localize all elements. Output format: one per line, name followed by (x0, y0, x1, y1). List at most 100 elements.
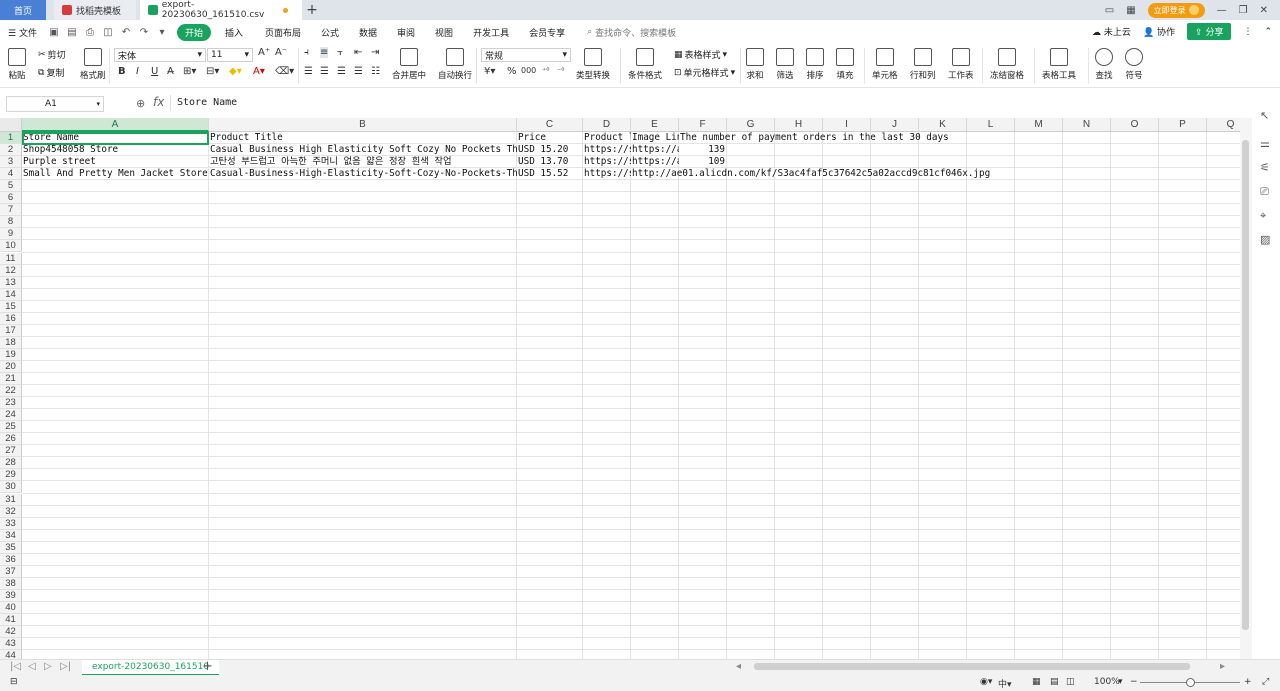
row-header[interactable]: 23 (0, 397, 22, 410)
close-icon[interactable]: ✕ (1260, 5, 1268, 16)
row-header[interactable]: 29 (0, 469, 22, 482)
column-header[interactable]: I (823, 118, 871, 132)
cell-d3[interactable]: https://s (583, 156, 631, 168)
fullscreen-icon[interactable]: ⤢ (1262, 677, 1269, 687)
cell-a4[interactable]: Small And Pretty Men Jacket Store (22, 168, 209, 180)
menu-item-page-layout[interactable]: 页面布局 (257, 26, 309, 39)
find-button[interactable]: 查找 (1095, 48, 1113, 81)
row-header[interactable]: 20 (0, 360, 22, 373)
cell-b1[interactable]: Product Title (209, 132, 517, 144)
menu-item-view[interactable]: 视图 (427, 26, 461, 39)
cell-e1[interactable]: Image Lin (631, 132, 679, 144)
macro-icon[interactable]: ⊟ (10, 677, 18, 687)
row-header[interactable]: 12 (0, 264, 22, 277)
image-panel-icon[interactable]: ▨ (1260, 234, 1272, 246)
worksheet-button[interactable]: 工作表 (948, 48, 974, 81)
more-icon[interactable]: ⋮ (1243, 27, 1252, 37)
row-header[interactable]: 34 (0, 529, 22, 542)
row-header[interactable]: 3 (0, 156, 22, 169)
column-header[interactable]: K (919, 118, 967, 132)
spreadsheet-grid[interactable]: ABCDEFGHIJKLMNOPQ 1 2 3 4 5 6 7 8 9 10 11 12 13 14 15 1… (0, 118, 1240, 659)
zoom-level[interactable]: 100% (1094, 677, 1120, 687)
cut-button[interactable]: ✂ 剪切 (38, 48, 66, 62)
tab-home[interactable]: 首页 (0, 0, 46, 20)
row-header[interactable]: 25 (0, 421, 22, 434)
conditional-format-button[interactable]: 条件格式 (628, 48, 662, 81)
column-header[interactable]: F (679, 118, 727, 132)
column-header[interactable]: L (967, 118, 1015, 132)
cell-c3[interactable]: USD 13.70 (517, 156, 583, 168)
zoom-slider-knob[interactable] (1186, 678, 1195, 687)
sheet-tab[interactable]: export-20230630_161510 (82, 660, 220, 676)
freeze-panes-button[interactable]: 冻结窗格 (990, 48, 1024, 81)
percent-icon[interactable]: % (507, 66, 517, 77)
file-menu[interactable]: ☰ 文件 (0, 26, 45, 39)
sliders-icon[interactable]: ⚟ (1260, 162, 1272, 174)
number-format-select[interactable]: 常规 ▾ (481, 48, 571, 62)
filter-button[interactable]: 筛选 (776, 48, 794, 81)
row-header[interactable]: 39 (0, 589, 22, 602)
prev-sheet-icon[interactable]: ◁ (28, 661, 36, 672)
justify-icon[interactable]: ☰ (354, 66, 363, 77)
formula-input[interactable]: Store Name (170, 95, 1250, 111)
vertical-scroll-thumb[interactable] (1242, 140, 1249, 630)
shrink-font-icon[interactable]: A⁻ (275, 47, 287, 58)
new-tab-button[interactable]: + (302, 0, 322, 20)
column-header[interactable]: P (1159, 118, 1207, 132)
thousands-icon[interactable]: 000 (521, 66, 536, 75)
cell-e4[interactable]: http://ae01.alicdn.com/kf/S3ac4faf5c3764… (631, 168, 990, 180)
cell-style-button[interactable]: ⊡ 单元格样式 ▾ (674, 66, 735, 80)
align-center-icon[interactable]: ☰ (320, 66, 329, 77)
column-header[interactable]: Q (1207, 118, 1240, 132)
font-size-select[interactable]: 11 ▾ (207, 48, 253, 62)
cell-c2[interactable]: USD 15.20 (517, 144, 583, 156)
row-header[interactable]: 36 (0, 553, 22, 566)
cell-b3[interactable]: 고탄성 부드럽고 아늑한 주머니 없음 얇은 정장 흰색 작업 (209, 156, 517, 168)
cells-button[interactable]: 单元格 (872, 48, 898, 81)
hscroll-right-icon[interactable]: ▸ (1220, 661, 1225, 672)
zoom-dropdown-icon[interactable]: ▾ (1118, 677, 1123, 687)
menu-item-developer[interactable]: 开发工具 (465, 26, 517, 39)
inc-decimal-icon[interactable]: ⁺⁰ (542, 66, 549, 75)
dec-decimal-icon[interactable]: ⁻⁰ (557, 66, 564, 75)
cell-e2[interactable]: https://a (631, 144, 679, 156)
row-header[interactable]: 44 (0, 650, 22, 659)
layout-icon[interactable]: ▭ (1105, 5, 1114, 16)
login-button[interactable]: 立即登录 (1147, 2, 1205, 18)
restore-icon[interactable]: ❐ (1239, 5, 1248, 16)
type-convert-button[interactable]: 类型转换 (576, 48, 610, 81)
row-header[interactable]: 5 (0, 180, 22, 193)
fill-button[interactable]: 填充 (836, 48, 854, 81)
column-header[interactable]: J (871, 118, 919, 132)
input-method-icon[interactable]: 中▾ (998, 677, 1012, 690)
preview-icon[interactable]: ◫ (102, 26, 114, 38)
collaborate-button[interactable]: 👤 协作 (1143, 25, 1175, 38)
row-header[interactable]: 18 (0, 336, 22, 349)
row-header[interactable]: 16 (0, 312, 22, 325)
align-bottom-icon[interactable]: ⫟ (337, 47, 343, 58)
adjust-icon[interactable]: ⚌ (1260, 138, 1272, 150)
column-header[interactable]: G (727, 118, 775, 132)
column-header[interactable]: O (1111, 118, 1159, 132)
align-middle-icon[interactable]: ≡ (320, 47, 329, 58)
row-header[interactable]: 22 (0, 385, 22, 398)
minimize-icon[interactable]: — (1217, 5, 1227, 16)
row-header[interactable]: 27 (0, 445, 22, 458)
underline-icon[interactable]: U (151, 66, 158, 77)
row-header[interactable]: 13 (0, 276, 22, 289)
row-header[interactable]: 17 (0, 324, 22, 337)
paste-button[interactable]: 粘贴 (8, 48, 26, 81)
column-header[interactable]: M (1015, 118, 1063, 132)
grid-icon[interactable]: ▦ (1126, 5, 1135, 16)
more-quick-icon[interactable]: ▾ (156, 26, 168, 38)
next-sheet-icon[interactable]: ▷ (44, 661, 52, 672)
bold-icon[interactable]: B (118, 66, 126, 77)
command-search[interactable]: ⌕ 查找命令、搜索模板 (573, 26, 676, 39)
cell-d1[interactable]: Product l (583, 132, 631, 144)
row-header[interactable]: 24 (0, 409, 22, 422)
row-header[interactable]: 26 (0, 433, 22, 446)
cloud-status[interactable]: ☁ 未上云 (1092, 25, 1131, 38)
cell-a3[interactable]: Purple street (22, 156, 209, 168)
copy-button[interactable]: ⧉ 复制 (38, 66, 64, 80)
zoom-in-icon[interactable]: + (1244, 677, 1252, 687)
